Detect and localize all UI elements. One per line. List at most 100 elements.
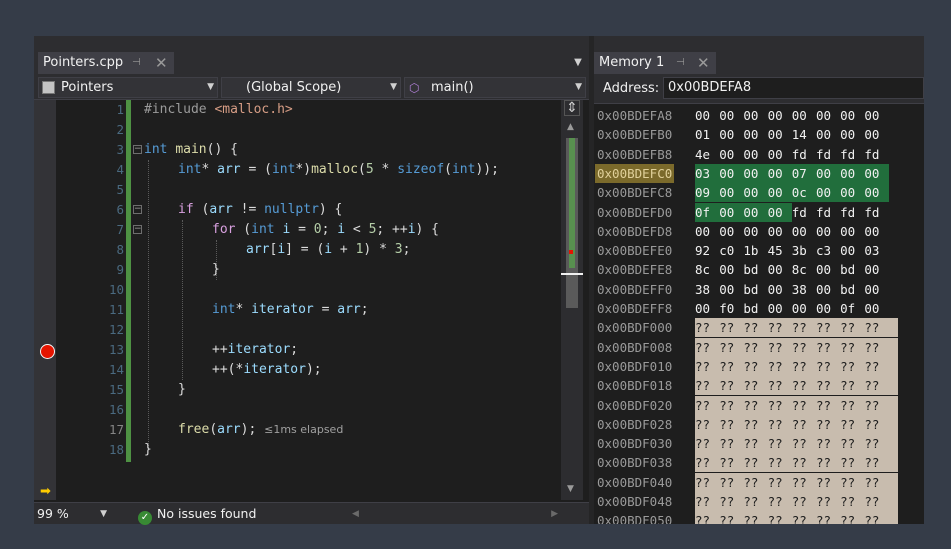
memory-byte[interactable]: 00	[767, 202, 792, 222]
memory-byte[interactable]: fd	[816, 145, 840, 164]
memory-byte[interactable]: 00	[695, 222, 719, 241]
memory-row[interactable]: 0x00BDEFA8 00 00 00 00 00 00 00 00	[594, 106, 924, 125]
memory-byte[interactable]: 00	[767, 163, 792, 183]
memory-byte[interactable]: 00	[840, 163, 865, 183]
memory-byte[interactable]: 00	[768, 125, 792, 144]
memory-byte[interactable]: 0f	[840, 299, 864, 318]
memory-byte[interactable]: ??	[816, 338, 840, 357]
memory-byte[interactable]: ??	[864, 473, 888, 492]
memory-bytes[interactable]: 4e 00 00 00 fd fd fd fd	[695, 145, 915, 164]
memory-byte[interactable]: 00	[816, 106, 840, 125]
memory-byte[interactable]: ??	[864, 492, 888, 511]
memory-byte[interactable]: ??	[816, 511, 840, 524]
memory-byte[interactable]: 00	[816, 280, 840, 299]
member-dropdown[interactable]: ⬡ main() ▼	[404, 77, 586, 98]
memory-byte[interactable]: ??	[743, 492, 767, 511]
memory-byte[interactable]: bd	[840, 280, 864, 299]
memory-byte[interactable]: 00	[792, 299, 816, 318]
memory-byte[interactable]: fd	[864, 145, 888, 164]
collapse-icon[interactable]: −	[133, 145, 142, 154]
memory-row[interactable]: 0x00BDEFF8 00 f0 bd 00 00 00 0f 00	[594, 299, 924, 318]
memory-byte[interactable]: ??	[816, 473, 840, 492]
memory-byte[interactable]: ??	[768, 376, 792, 395]
memory-byte[interactable]: 00	[816, 260, 840, 279]
memory-bytes[interactable]: 00 f0 bd 00 00 00 0f 00	[695, 299, 915, 318]
memory-bytes[interactable]: ????????????????	[695, 376, 898, 396]
memory-byte[interactable]: ??	[816, 357, 840, 376]
pin-icon[interactable]: ⊣	[676, 52, 685, 74]
memory-row[interactable]: 0x00BDEFB8 4e 00 00 00 fd fd fd fd	[594, 145, 924, 164]
memory-row[interactable]: 0x00BDF000????????????????	[594, 318, 924, 338]
memory-byte[interactable]: ??	[743, 376, 767, 395]
memory-byte[interactable]: 00	[719, 163, 744, 183]
memory-row[interactable]: 0x00BDF038????????????????	[594, 453, 924, 473]
split-window-icon[interactable]: ⇕	[564, 100, 580, 116]
memory-byte[interactable]: ??	[695, 357, 719, 376]
memory-byte[interactable]: ??	[768, 473, 792, 492]
memory-byte[interactable]: 00	[695, 299, 719, 318]
memory-byte[interactable]: ??	[719, 511, 743, 524]
memory-byte[interactable]: 07	[791, 163, 816, 183]
memory-byte[interactable]: ??	[695, 434, 719, 453]
memory-byte[interactable]: ??	[743, 396, 767, 415]
memory-byte[interactable]: 1b	[743, 241, 767, 260]
memory-byte[interactable]: 00	[864, 280, 888, 299]
close-icon[interactable]: ✕	[155, 52, 168, 74]
memory-byte[interactable]: ??	[840, 376, 864, 395]
memory-byte[interactable]: 00	[767, 183, 792, 203]
memory-byte[interactable]: 00	[864, 163, 889, 183]
memory-byte[interactable]: 8c	[792, 260, 816, 279]
memory-row[interactable]: 0x00BDF030????????????????	[594, 434, 924, 454]
memory-byte[interactable]: ??	[816, 318, 840, 337]
memory-byte[interactable]: 00	[768, 260, 792, 279]
memory-byte[interactable]: 00	[840, 183, 865, 203]
memory-byte[interactable]: 00	[864, 106, 888, 125]
memory-bytes[interactable]: ????????????????	[695, 414, 898, 434]
horizontal-scrollbar[interactable]: ◀ ▶	[352, 504, 558, 523]
memory-byte[interactable]: 00	[816, 125, 840, 144]
memory-byte[interactable]: 00	[719, 260, 743, 279]
memory-byte[interactable]: ??	[792, 376, 816, 395]
memory-byte[interactable]: 00	[864, 183, 889, 203]
memory-byte[interactable]: 00	[864, 222, 888, 241]
memory-byte[interactable]: 00	[816, 299, 840, 318]
memory-byte[interactable]: bd	[840, 260, 864, 279]
memory-byte[interactable]: fd	[840, 203, 864, 222]
memory-byte[interactable]: ??	[864, 318, 888, 337]
memory-byte[interactable]: 00	[719, 106, 743, 125]
memory-byte[interactable]: ??	[719, 376, 743, 395]
memory-bytes[interactable]: ????????????????	[695, 492, 898, 511]
memory-row[interactable]: 0x00BDF010????????????????	[594, 356, 924, 376]
memory-byte[interactable]: 03	[695, 163, 720, 183]
memory-byte[interactable]: 01	[695, 125, 719, 144]
memory-row[interactable]: 0x00BDF040????????????????	[594, 472, 924, 492]
memory-byte[interactable]: ??	[864, 453, 888, 472]
address-input[interactable]: 0x00BDEFA8	[663, 77, 924, 99]
memory-byte[interactable]: ??	[768, 434, 792, 453]
memory-byte[interactable]: ??	[719, 434, 743, 453]
memory-row[interactable]: 0x00BDEFD0 0f 00 00 00 fd fd fd fd	[594, 202, 924, 222]
scroll-up-icon[interactable]: ▲	[567, 122, 574, 132]
memory-bytes[interactable]: ????????????????	[695, 511, 898, 524]
memory-byte[interactable]: ??	[816, 396, 840, 415]
collapse-icon[interactable]: −	[133, 225, 142, 234]
memory-byte[interactable]: ??	[695, 453, 719, 472]
memory-byte[interactable]: 09	[695, 183, 720, 203]
memory-byte[interactable]: 00	[768, 106, 792, 125]
memory-byte[interactable]: 00	[743, 106, 767, 125]
memory-byte[interactable]: 00	[792, 106, 816, 125]
memory-byte[interactable]: ??	[695, 396, 719, 415]
collapse-icon[interactable]: −	[133, 205, 142, 214]
memory-row[interactable]: 0x00BDEFD8 00 00 00 00 00 00 00 00	[594, 222, 924, 241]
memory-byte[interactable]: ??	[864, 434, 888, 453]
memory-byte[interactable]: ??	[719, 492, 743, 511]
memory-bytes[interactable]: ????????????????	[695, 356, 898, 376]
memory-byte[interactable]: c3	[816, 241, 840, 260]
memory-byte[interactable]: ??	[864, 376, 888, 395]
memory-byte[interactable]: c0	[719, 241, 743, 260]
memory-bytes[interactable]: ????????????????	[695, 395, 898, 415]
memory-byte[interactable]: ??	[840, 318, 864, 337]
memory-byte[interactable]: 00	[743, 183, 768, 203]
memory-byte[interactable]: 00	[743, 163, 768, 183]
memory-byte[interactable]: ??	[792, 338, 816, 357]
